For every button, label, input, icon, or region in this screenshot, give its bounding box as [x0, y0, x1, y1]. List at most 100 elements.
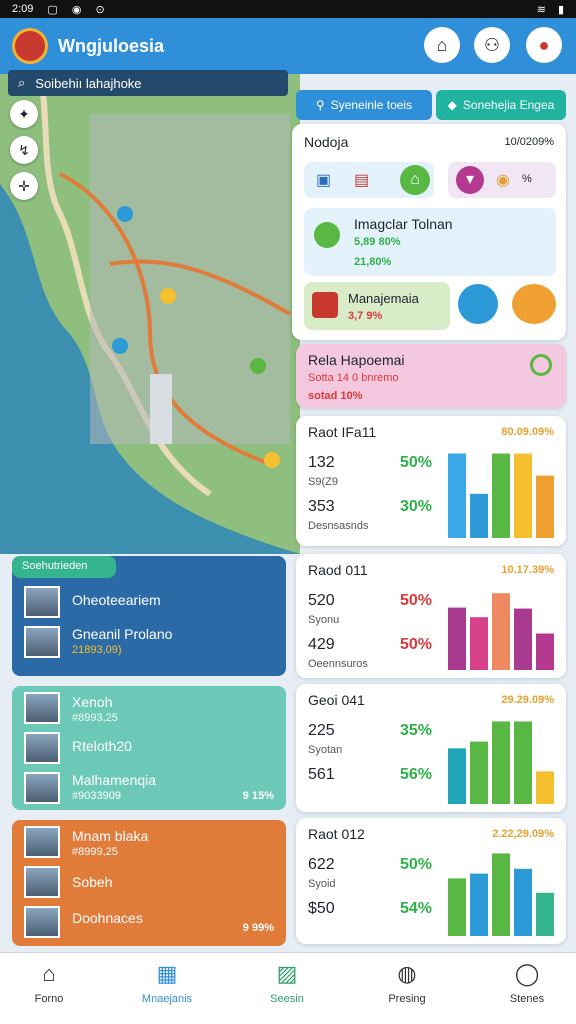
- stat-sub: Syotan: [308, 744, 343, 756]
- globe-icon: ◍: [397, 961, 417, 986]
- info-card-1[interactable]: Imagclar Tolnan 5,89 80% 21,80%: [304, 208, 556, 276]
- chart-bar: [470, 873, 488, 936]
- chart-bar: [536, 892, 554, 936]
- stat-percent: 54%: [400, 900, 433, 917]
- app-bar: Wngjuloesia ⌂ ⚇ ●: [0, 18, 576, 74]
- status-bar: 2:09 ▢ ◉ ⊙ ≋ ▮: [0, 0, 576, 18]
- profile-icon[interactable]: ●: [526, 27, 562, 63]
- building-icon[interactable]: ⌂: [400, 165, 430, 195]
- stat-sub: Oeennsuros: [308, 658, 368, 670]
- sim-icon: ▢: [47, 3, 58, 16]
- stat-percent: 30%: [400, 498, 433, 515]
- chart-bar: [514, 453, 532, 538]
- thumb-2-1: [24, 692, 60, 724]
- panel-2-footer: 9 15%: [242, 790, 274, 802]
- nav-manage-label: Mnaejanis: [141, 993, 193, 1005]
- chart-bar: [448, 453, 466, 538]
- panel-3-footer: 9 99%: [242, 922, 274, 934]
- chart-bar: [448, 748, 466, 804]
- panel-2-item-2[interactable]: Rteloth20: [72, 738, 132, 754]
- stats-icon[interactable]: [512, 284, 556, 324]
- dashboard-icon: ▦: [156, 961, 178, 986]
- stat-card-title: Raot IFa11: [308, 424, 377, 440]
- vpn-icon: ◉: [71, 3, 82, 16]
- nav-home[interactable]: ⌂ Forno: [4, 961, 94, 1005]
- stat-card[interactable]: Raod 011 10.17.39% 520 50% Syonu 429 50% Oeenns…: [296, 554, 566, 678]
- transit-icon[interactable]: [458, 284, 498, 324]
- pin-icon: ⚲: [315, 98, 325, 112]
- bar-chart: [448, 593, 554, 670]
- pill-button-2[interactable]: ◆ Sonehejia Engea: [436, 90, 566, 120]
- panel-code: 10/0209%: [504, 136, 554, 148]
- panel-1-item-2-sub: 21893,09): [72, 644, 122, 656]
- stat-value: 225: [308, 722, 335, 739]
- chart-icon: ▨: [276, 961, 298, 986]
- alarm-icon: ⊙: [95, 3, 105, 16]
- stat-card[interactable]: Raot 012 2.22,29.09% 622 50% Syoid $50 54%: [296, 818, 566, 944]
- quick-actions-left: ▣ ▤ ⌂: [304, 162, 434, 198]
- quick-actions-right: ▾ ◉ %: [448, 162, 556, 198]
- chart-bar: [470, 741, 488, 804]
- route-icon[interactable]: ↯: [10, 136, 38, 164]
- chart-bar: [536, 475, 554, 538]
- chart-bar: [492, 453, 510, 538]
- stat-card-title: Raot 012: [308, 826, 365, 842]
- stat-card[interactable]: Raot IFa11 80.09.09% 132 50% S9(Z9 353 30% Desn…: [296, 416, 566, 546]
- info-3-line-2: sotad 10%: [308, 390, 363, 402]
- house-icon: ⌂: [42, 961, 56, 986]
- stat-sub: Desnsasnds: [308, 520, 369, 532]
- search-value: Soibehiı lahajhoke: [35, 75, 142, 91]
- map-search-input[interactable]: ⌕ Soibehiı lahajhoke: [8, 70, 288, 96]
- nav-manage[interactable]: ▦ Mnaejanis: [122, 961, 212, 1005]
- stat-card-code: 29.29.09%: [501, 694, 554, 706]
- info-card-2[interactable]: Manajemaia 3,7 9%: [304, 282, 450, 330]
- shop-icon[interactable]: ▤: [354, 170, 369, 190]
- bus-icon[interactable]: ▣: [316, 170, 331, 190]
- chart-bar: [514, 868, 532, 936]
- panel-2-item-3[interactable]: Malhamenqia: [72, 772, 156, 788]
- panel-3-item-1[interactable]: Mnam blaka: [72, 828, 148, 844]
- park-icon: [314, 222, 340, 248]
- nav-home-label: Forno: [34, 993, 64, 1005]
- panel-3-item-3[interactable]: Doohnaces: [72, 910, 143, 926]
- alert-icon: [312, 292, 338, 318]
- chart-bar: [492, 593, 510, 670]
- location-icon[interactable]: ◉: [496, 170, 510, 190]
- panel-1-tag: Soehutrieden: [12, 556, 116, 578]
- locate-icon[interactable]: ✛: [10, 172, 38, 200]
- thumb-3-3: [24, 906, 60, 938]
- wifi-icon: ≋: [536, 3, 546, 16]
- refresh-icon[interactable]: [530, 354, 552, 376]
- stat-sub: Syonu: [308, 614, 340, 626]
- chart-bar: [514, 608, 532, 670]
- overview-panel: Nodoja 10/0209% ▣ ▤ ⌂ ▾ ◉ % Imagclar Tol…: [292, 124, 566, 340]
- panel-1-item-2[interactable]: Gneanil Prolano: [72, 626, 172, 642]
- city-map[interactable]: [0, 74, 300, 554]
- chart-bar: [536, 771, 554, 804]
- stat-percent: 50%: [400, 856, 433, 873]
- stat-card-code: 80.09.09%: [501, 426, 554, 438]
- pill-label-1: Syeneinle toeis: [330, 98, 413, 112]
- nav-session[interactable]: ▨ Seesin: [242, 961, 332, 1005]
- nav-pressing[interactable]: ◍ Presing: [362, 961, 452, 1005]
- pill-button-1[interactable]: ⚲ Syeneinle toeis: [296, 90, 432, 120]
- stat-percent: 35%: [400, 722, 433, 739]
- filter-icon[interactable]: ▾: [456, 166, 484, 194]
- panel-3-item-2[interactable]: Sobeh: [72, 874, 112, 890]
- panel-2-item-1[interactable]: Xenoh: [72, 694, 112, 710]
- stat-value: 132: [308, 454, 335, 471]
- battery-icon: ▮: [557, 3, 564, 16]
- panel-1-item-1[interactable]: Oheoteeariem: [72, 592, 161, 608]
- stat-card[interactable]: Geoi 041 29.29.09% 225 35% Syotan 561 56%: [296, 684, 566, 812]
- chart-bar: [492, 853, 510, 936]
- thumb-3-2: [24, 866, 60, 898]
- people-icon[interactable]: ⚇: [474, 27, 510, 63]
- left-panel-1: Soehutrieden Oheoteeariem Gneanil Prolan…: [12, 556, 286, 676]
- compass-icon[interactable]: ✦: [10, 100, 38, 128]
- home-icon[interactable]: ⌂: [424, 27, 460, 63]
- info-card-3[interactable]: Rela Hapoemai Sotta 14 0 bnremo sotad 10…: [296, 344, 566, 408]
- panel-2-item-1-sub: #8993,25: [72, 712, 118, 724]
- stat-sub: Syoid: [308, 878, 336, 890]
- thumb-2-3: [24, 772, 60, 804]
- nav-profile[interactable]: ◯ Stenes: [482, 961, 572, 1005]
